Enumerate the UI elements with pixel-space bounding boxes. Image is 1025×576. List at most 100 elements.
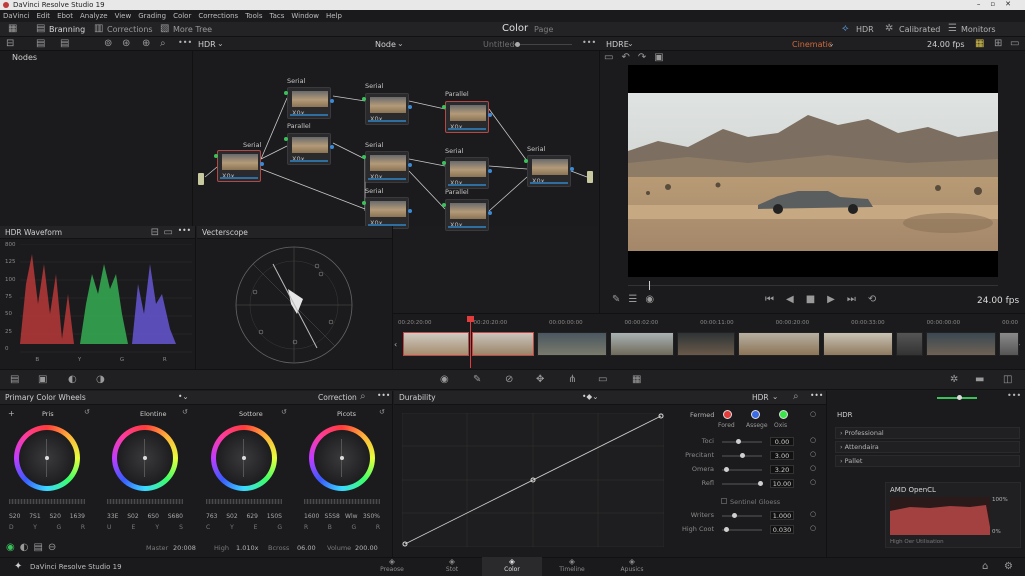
zoom-icon[interactable]: ⊕ [142,39,150,49]
chevron-down-icon[interactable]: ⌄ [828,39,835,48]
param-slider[interactable] [722,481,763,486]
stop-icon[interactable]: ■ [806,295,815,305]
wheel-slider[interactable] [304,499,380,504]
node-input-dot[interactable] [362,155,366,159]
color-wheel[interactable] [112,425,178,491]
search-icon[interactable]: ⌕ [360,392,366,402]
bars-icon[interactable]: ▤ [33,543,42,553]
redo-icon[interactable]: ↷ [638,53,646,63]
more-icon[interactable]: ••• [377,391,390,400]
sizing-icon[interactable]: ▦ [632,375,641,385]
node-output-dot[interactable] [408,105,412,109]
reset-icon[interactable]: ○ [810,451,816,458]
circle-icon[interactable]: ⊖ [48,543,56,553]
node[interactable]: X0x [365,197,409,229]
corrections-tab[interactable]: Corrections [107,25,153,34]
param-value[interactable]: 3.00 [770,451,794,460]
wheel-value[interactable]: Wlw [345,513,358,520]
wheel-slider[interactable] [206,499,282,504]
node-output-dot[interactable] [330,99,334,103]
dots-icon[interactable]: •⌄ [178,392,189,401]
hdr-icon[interactable]: ⟡ [842,24,849,34]
node-input-dot[interactable] [524,159,528,163]
more-icon[interactable]: ••• [810,391,823,400]
hdr-dropdown[interactable]: HDR [198,40,216,49]
list-icon-2[interactable]: ▤ [60,39,69,49]
scroll-left-icon[interactable]: ‹ [394,340,397,349]
search-icon[interactable]: ⌕ [793,392,799,402]
blur-icon[interactable]: ⋔ [568,375,576,385]
menu-item[interactable]: Color [173,12,191,20]
reset-icon[interactable]: ↺ [281,409,287,416]
calibrated-toggle[interactable]: Calibrated [899,25,940,34]
hdr-preset-item[interactable]: › Pallet [835,455,1020,467]
chevron-down-icon[interactable]: ⌄ [397,39,404,48]
clip-thumbnail[interactable] [823,332,893,356]
param-slider[interactable] [722,527,762,532]
undo-icon[interactable]: ↶ [621,53,629,63]
node-input-dot[interactable] [362,97,366,101]
node-output-dot[interactable] [570,167,574,171]
menu-item[interactable]: Corrections [198,12,238,20]
menu-item[interactable]: Window [291,12,319,20]
branch-icon[interactable]: ▤ [36,24,45,34]
node-input-dot[interactable] [442,203,446,207]
node[interactable]: X0x [217,150,261,182]
node-input-dot[interactable] [284,91,288,95]
node-output-dot[interactable] [330,145,334,149]
cinematic-dropdown[interactable]: Cinematic [792,40,832,49]
node-output-dot[interactable] [488,169,492,173]
corrections-icon[interactable]: ▥ [94,24,103,34]
monitors-toggle[interactable]: Monitors [961,25,996,34]
hdre-dropdown[interactable]: HDRE [606,40,629,49]
playhead[interactable] [467,316,474,368]
key-icon[interactable]: ▭ [598,375,607,385]
window-controls[interactable]: –▫✕ [977,0,1021,8]
split-icon[interactable]: ◫ [1003,375,1012,385]
menu-item[interactable]: Edit [37,12,51,20]
play-icon[interactable]: ▶ [827,295,835,305]
reset-icon[interactable]: ○ [810,437,816,444]
menu-item[interactable]: DaVinci [3,12,30,20]
viewer-scrubber[interactable] [628,281,998,290]
pen-icon[interactable]: ✎ [612,295,620,305]
chevron-down-icon[interactable]: ⌄ [217,39,224,48]
clip-thumbnail[interactable] [610,332,674,356]
page-tab-1[interactable]: ◈ Stot [422,557,482,576]
list-icon[interactable]: ▤ [36,39,45,49]
color-wheels-icon[interactable]: ◐ [68,375,77,385]
add-icon[interactable]: + [8,409,15,418]
skip-back-icon[interactable]: ⏮ [765,295,774,305]
param-value[interactable]: 3.20 [770,465,794,474]
more-icon[interactable]: ••• [178,226,191,235]
menu-item[interactable]: Help [326,12,342,20]
link-icon[interactable]: ⊛ [122,39,130,49]
clip-thumbnail[interactable] [926,332,996,356]
eye-icon[interactable]: ◉ [645,295,654,305]
reset-icon[interactable]: ○ [810,525,816,532]
settings-icon[interactable]: ⊟ [151,228,159,238]
param-value[interactable]: 0.00 [770,437,794,446]
input-node-dot[interactable] [198,173,204,185]
master-value[interactable]: 20:008 [173,544,196,552]
branching-tab[interactable]: Branning [49,25,85,34]
reset-icon[interactable]: ○ [810,465,816,472]
node-input-dot[interactable] [442,161,446,165]
wheel-value[interactable]: 6S0 [147,513,158,520]
keyframe-icon[interactable]: ▬ [975,375,984,385]
hdr-toggle[interactable]: HDR [856,25,874,34]
more-icon[interactable]: ••• [582,38,596,47]
hdr-preset-item[interactable]: › Attendaira [835,441,1020,453]
node[interactable]: X0x [445,199,489,231]
clip-thumbnail[interactable] [677,332,735,356]
node-output-dot[interactable] [260,162,264,166]
node[interactable]: X0x [287,133,331,165]
node[interactable]: X0x [287,87,331,119]
node[interactable]: X0x [445,101,489,133]
color-wheel[interactable] [309,425,375,491]
color-swatch[interactable] [723,410,732,419]
layout-icon[interactable]: ⊟ [6,39,14,49]
grid-view-icon[interactable]: ▦ [975,39,984,49]
gloess-checkbox[interactable] [721,498,727,504]
node-output-dot[interactable] [408,163,412,167]
